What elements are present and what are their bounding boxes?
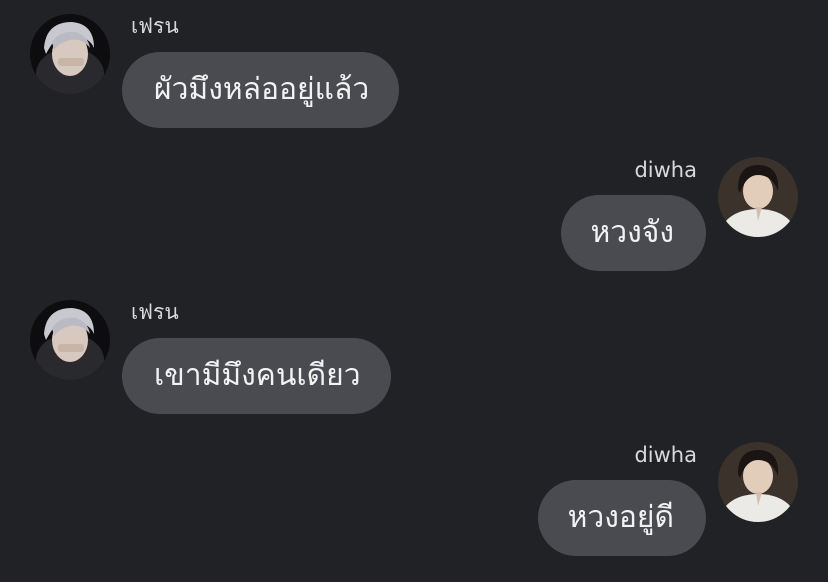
sender-name: เฟรน: [131, 14, 179, 38]
message-bubble[interactable]: หวงอยู่ดี: [537, 480, 706, 556]
message-bubble[interactable]: หวงจัง: [560, 195, 706, 271]
sender-avatar[interactable]: [30, 14, 110, 94]
sender-name: diwha: [634, 158, 697, 182]
message-row: diwha หวงจัง: [0, 157, 828, 297]
message-row: เฟรน ผัวมึงหล่ออยู่แล้ว: [0, 0, 828, 140]
sender-avatar[interactable]: [718, 442, 798, 522]
message-bubble[interactable]: ผัวมึงหล่ออยู่แล้ว: [122, 52, 400, 128]
sender-name: diwha: [634, 443, 697, 467]
sender-name: เฟรน: [131, 300, 179, 324]
message-row: เฟรน เขามีมึงคนเดียว: [0, 286, 828, 426]
chat-screen: { "messages": [ { "side": "left", "sende…: [0, 0, 828, 577]
sender-avatar[interactable]: [718, 157, 798, 237]
message-row: diwha หวงอยู่ดี: [0, 442, 828, 582]
sender-avatar[interactable]: [30, 300, 110, 380]
message-bubble[interactable]: เขามีมึงคนเดียว: [122, 338, 391, 414]
